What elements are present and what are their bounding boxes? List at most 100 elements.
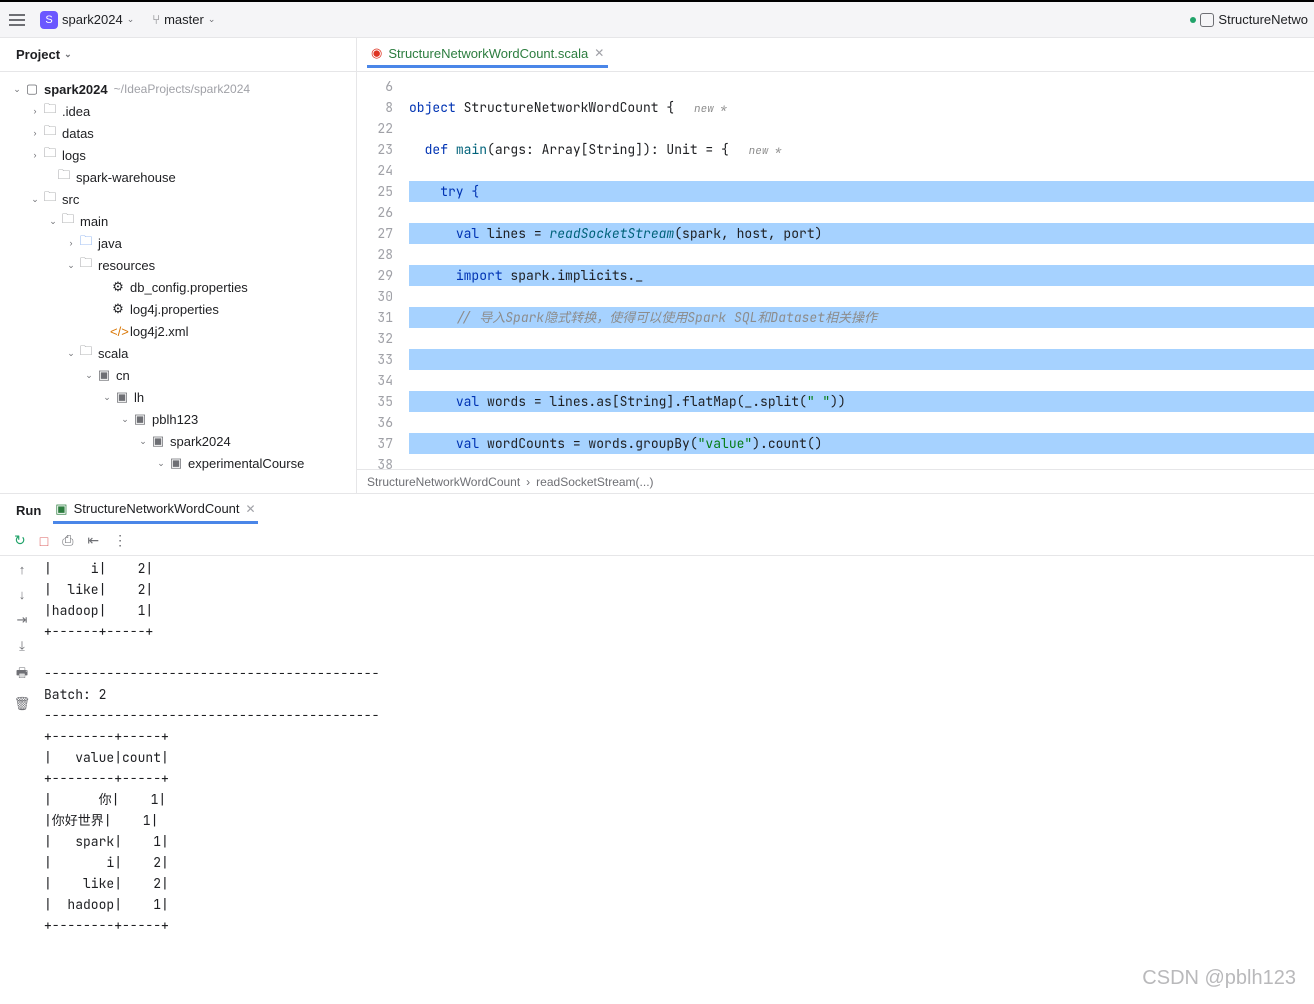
- tree-node-logs[interactable]: ›🗀logs: [0, 144, 356, 166]
- screenshot-icon[interactable]: ⎙: [62, 532, 73, 549]
- package-icon: ▣: [132, 411, 148, 427]
- tree-node-idea[interactable]: ›🗀.idea: [0, 100, 356, 122]
- breadcrumb-item[interactable]: StructureNetworkWordCount: [367, 475, 520, 489]
- package-icon: ▣: [150, 433, 166, 449]
- hamburger-menu-icon[interactable]: [6, 9, 28, 31]
- tree-label: main: [80, 214, 108, 229]
- tree-node-lh[interactable]: ⌄▣lh: [0, 386, 356, 408]
- folder-icon: 🗀: [42, 144, 58, 166]
- down-arrow-icon[interactable]: ↓: [19, 587, 26, 602]
- trash-icon[interactable]: 🗑: [14, 696, 31, 712]
- status-dot-icon: [1190, 17, 1196, 23]
- chevron-down-icon: ⌄: [136, 436, 150, 447]
- package-icon: ▣: [114, 389, 130, 405]
- tree-label: spark-warehouse: [76, 170, 176, 185]
- package-icon: ▣: [168, 455, 184, 471]
- tree-label: pblh123: [152, 412, 198, 427]
- run-header: Run ▣ StructureNetworkWordCount ✕: [0, 494, 1314, 526]
- panel-title: Project: [16, 47, 60, 62]
- tree-label: datas: [62, 126, 94, 141]
- folder-icon: 🗀: [42, 100, 58, 122]
- branch-icon: ⑂: [152, 12, 160, 27]
- exit-icon[interactable]: ⇤: [87, 532, 99, 549]
- up-arrow-icon[interactable]: ↑: [19, 562, 26, 577]
- rerun-icon[interactable]: ↻: [14, 532, 26, 549]
- project-badge-icon: S: [40, 11, 58, 29]
- tab-label: StructureNetworkWordCount.scala: [388, 46, 588, 61]
- tree-node-spark-warehouse[interactable]: 🗀spark-warehouse: [0, 166, 356, 188]
- project-panel: Project ⌄ ⌄ ▢ spark2024 ~/IdeaProjects/s…: [0, 38, 357, 493]
- tree-node-cn[interactable]: ⌄▣cn: [0, 364, 356, 386]
- tree-label: java: [98, 236, 122, 251]
- tree-node-src[interactable]: ⌄🗀src: [0, 188, 356, 210]
- breadcrumb[interactable]: StructureNetworkWordCount › readSocketSt…: [357, 469, 1314, 493]
- tree-file-log4j2[interactable]: </> log4j2.xml: [0, 320, 356, 342]
- scala-file-icon: ◉: [371, 45, 382, 61]
- run-panel: Run ▣ StructureNetworkWordCount ✕ ↻ □ ⎙ …: [0, 493, 1314, 1002]
- tree-file-db-config[interactable]: ⚙ db_config.properties: [0, 276, 356, 298]
- chevron-down-icon: ⌄: [127, 14, 135, 25]
- tree-node-experimental[interactable]: ⌄▣experimentalCourse: [0, 452, 356, 474]
- tree-file-log4j[interactable]: ⚙log4j.properties: [0, 298, 356, 320]
- soft-wrap-icon[interactable]: ⇥: [17, 612, 28, 628]
- tree-node-main[interactable]: ⌄🗀main: [0, 210, 356, 232]
- run-toolbar: ↻ □ ⎙ ⇤ ⋮: [0, 526, 1314, 556]
- tab-structurenetworkwordcount[interactable]: ◉ StructureNetworkWordCount.scala ✕: [367, 41, 608, 68]
- run-body: ↑ ↓ ⇥ ⤓ 🖶 🗑 | i| 2| | like| 2| |hadoop| …: [0, 556, 1314, 1002]
- tree-label: experimentalCourse: [188, 456, 304, 471]
- breadcrumb-item[interactable]: readSocketStream(...): [536, 475, 653, 489]
- stop-icon[interactable]: □: [40, 533, 48, 549]
- more-icon[interactable]: ⋮: [113, 532, 127, 549]
- properties-file-icon: ⚙: [110, 279, 126, 295]
- editor-tabs: ◉ StructureNetworkWordCount.scala ✕: [357, 38, 1314, 72]
- run-config-label: StructureNetwo: [1218, 12, 1308, 27]
- tree-label: spark2024: [170, 434, 231, 449]
- close-icon[interactable]: ✕: [594, 46, 604, 60]
- project-dropdown[interactable]: S spark2024 ⌄: [34, 8, 140, 32]
- folder-icon: 🗀: [60, 210, 76, 232]
- properties-file-icon: ⚙: [110, 301, 126, 317]
- tree-label: log4j2.xml: [130, 324, 189, 339]
- folder-icon: 🗀: [42, 122, 58, 144]
- tree-node-datas[interactable]: ›🗀 datas: [0, 122, 356, 144]
- folder-icon: 🗀: [78, 342, 94, 364]
- branch-dropdown[interactable]: ⑂ master ⌄: [146, 9, 221, 30]
- project-panel-header[interactable]: Project ⌄: [0, 38, 356, 72]
- scroll-end-icon[interactable]: ⤓: [19, 638, 25, 654]
- console-output[interactable]: | i| 2| | like| 2| |hadoop| 1| +------+-…: [44, 556, 1314, 1002]
- tree-label: lh: [134, 390, 144, 405]
- chevron-down-icon: ⌄: [118, 414, 132, 425]
- xml-file-icon: </>: [110, 324, 126, 339]
- folder-icon: 🗀: [78, 232, 94, 254]
- tree-node-spark2024-pkg[interactable]: ⌄▣ spark2024: [0, 430, 356, 452]
- run-tab[interactable]: ▣ StructureNetworkWordCount ✕: [53, 497, 257, 524]
- chevron-right-icon: ›: [28, 150, 42, 160]
- tree-node-scala[interactable]: ⌄🗀scala: [0, 342, 356, 364]
- tree-node-pblh123[interactable]: ⌄▣ pblh123: [0, 408, 356, 430]
- run-config-icon[interactable]: [1200, 13, 1214, 27]
- chevron-down-icon: ⌄: [64, 348, 78, 359]
- gutter: 682223242526272829303132333435363738: [357, 72, 401, 469]
- chevron-right-icon: ›: [28, 128, 42, 138]
- topbar-right: StructureNetwo: [1190, 12, 1308, 27]
- editor-area: ◉ StructureNetworkWordCount.scala ✕ 6822…: [357, 38, 1314, 493]
- tree-label: .idea: [62, 104, 90, 119]
- chevron-right-icon: ›: [64, 238, 78, 248]
- close-icon[interactable]: ✕: [246, 502, 256, 516]
- code-content[interactable]: object StructureNetworkWordCount { new *…: [401, 72, 1314, 469]
- tree-label: db_config.properties: [130, 280, 248, 295]
- project-name: spark2024: [62, 12, 123, 27]
- tree-root[interactable]: ⌄ ▢ spark2024 ~/IdeaProjects/spark2024: [0, 78, 356, 100]
- tree-node-java[interactable]: ›🗀 java: [0, 232, 356, 254]
- run-label[interactable]: Run: [16, 503, 41, 518]
- tree-hint: ~/IdeaProjects/spark2024: [114, 82, 250, 96]
- tree-node-resources[interactable]: ⌄🗀resources: [0, 254, 356, 276]
- chevron-down-icon: ⌄: [28, 194, 42, 205]
- print-icon[interactable]: 🖶: [16, 664, 28, 686]
- chevron-down-icon: ⌄: [10, 84, 24, 95]
- folder-icon: 🗀: [42, 188, 58, 210]
- run-tab-label: StructureNetworkWordCount: [74, 501, 240, 516]
- code-editor[interactable]: 682223242526272829303132333435363738 obj…: [357, 72, 1314, 469]
- folder-icon: ▢: [24, 81, 40, 97]
- project-tree: ⌄ ▢ spark2024 ~/IdeaProjects/spark2024 ›…: [0, 72, 356, 493]
